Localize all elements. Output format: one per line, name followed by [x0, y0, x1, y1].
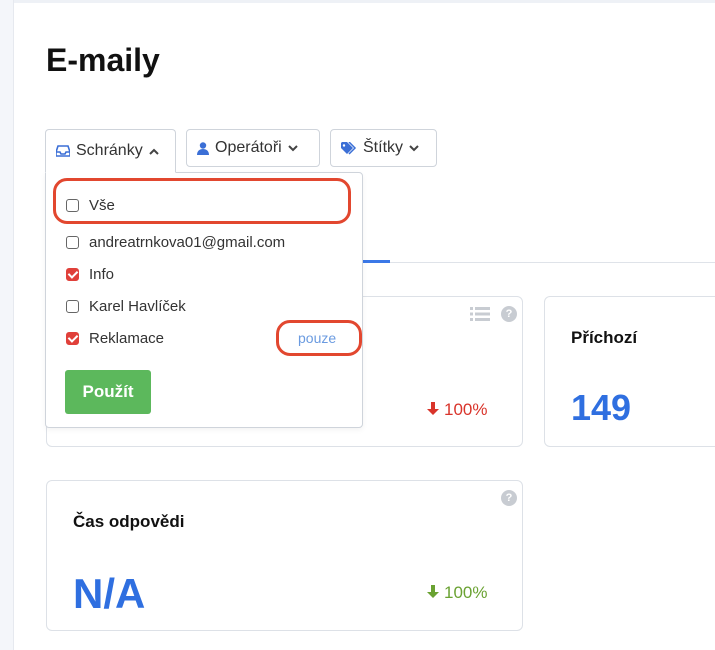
chevron-up-icon [148, 148, 159, 155]
chevron-down-icon [409, 144, 419, 152]
arrow-down-icon [427, 583, 439, 603]
checkbox[interactable] [66, 300, 79, 313]
chevron-down-icon [287, 144, 298, 152]
option-label: Info [89, 266, 115, 283]
incoming-value: 149 [571, 387, 632, 428]
active-tab-indicator [363, 260, 390, 263]
arrow-down-icon [427, 400, 439, 420]
tabs-divider [363, 262, 715, 263]
tags-filter-button[interactable]: Štítky [330, 129, 437, 167]
mailboxes-filter-label: Schránky [76, 142, 143, 159]
option-label: Reklamace [89, 330, 165, 347]
apply-button[interactable]: Použít [65, 370, 151, 414]
delta-indicator: 100% [427, 583, 487, 603]
mailbox-option[interactable]: Karel Havlíček [66, 298, 186, 315]
card-title: Příchozí [571, 328, 638, 347]
inbox-icon [56, 145, 70, 157]
card-title: Čas odpovědi [73, 512, 185, 531]
mailboxes-filter-button[interactable]: Schránky [45, 129, 176, 173]
delta-indicator: 100% [427, 400, 487, 420]
checkbox[interactable] [66, 268, 79, 281]
incoming-card: Příchozí 149 [544, 296, 715, 447]
tags-icon [341, 141, 357, 155]
left-rail [0, 0, 14, 650]
top-divider [14, 0, 715, 3]
mailbox-option[interactable]: andreatrnkova01@gmail.com [66, 234, 285, 251]
page-title: E-maily [46, 42, 160, 78]
only-this-link[interactable]: pouze [298, 330, 336, 346]
user-icon [197, 141, 209, 155]
list-view-icon[interactable] [470, 307, 490, 321]
delta-value: 100% [444, 400, 488, 419]
mailbox-option[interactable]: Info [66, 266, 114, 283]
option-label: Vše [89, 197, 115, 214]
option-label: andreatrnkova01@gmail.com [89, 234, 286, 251]
response-time-card: ? Čas odpovědi N/A 100% [46, 480, 523, 631]
tags-filter-label: Štítky [363, 139, 404, 156]
delta-value: 100% [444, 583, 488, 602]
option-label: Karel Havlíček [89, 298, 186, 315]
checkbox[interactable] [66, 332, 79, 345]
checkbox[interactable] [66, 236, 79, 249]
help-icon[interactable]: ? [501, 490, 517, 506]
mailbox-option-all[interactable]: Vše [66, 197, 115, 214]
checkbox[interactable] [66, 199, 79, 212]
response-time-value: N/A [73, 570, 146, 617]
mailbox-option[interactable]: Reklamace [66, 330, 164, 347]
operators-filter-label: Operátoři [215, 139, 282, 156]
operators-filter-button[interactable]: Operátoři [186, 129, 320, 167]
help-icon[interactable]: ? [501, 306, 517, 322]
